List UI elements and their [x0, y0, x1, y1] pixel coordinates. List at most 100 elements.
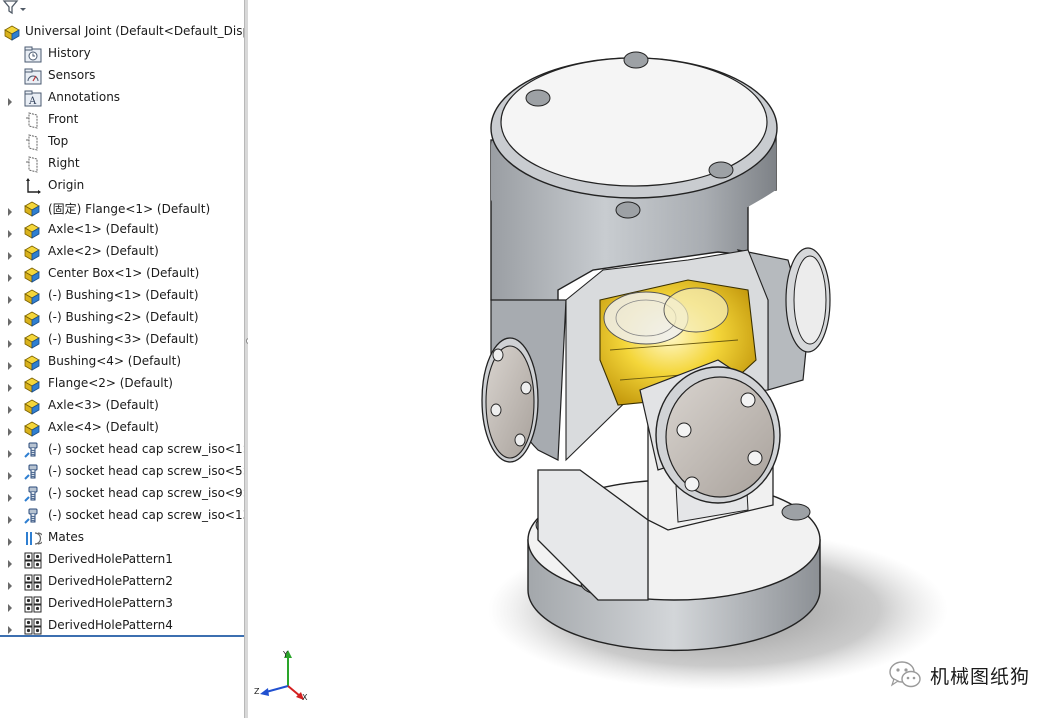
hole-pattern-icon	[24, 574, 42, 591]
watermark-text: 机械图纸狗	[929, 665, 1030, 688]
expand-arrow-icon[interactable]	[5, 598, 15, 612]
flange-hole	[615, 201, 641, 219]
tree-item[interactable]: (-) socket head cap screw_iso<9>	[0, 483, 244, 505]
part-icon	[24, 332, 42, 349]
hole-pattern-icon	[24, 552, 42, 569]
tree-item[interactable]: Flange<2> (Default)	[0, 373, 244, 395]
tree-item[interactable]: (-) socket head cap screw_iso<13	[0, 505, 244, 527]
tree-item[interactable]: Center Box<1> (Default)	[0, 263, 244, 285]
tree-item[interactable]: Axle<1> (Default)	[0, 219, 244, 241]
tree-item-label: Front	[48, 112, 79, 126]
part-icon	[24, 266, 42, 283]
expand-arrow-icon[interactable]	[5, 224, 15, 238]
tree-root-assembly[interactable]: Universal Joint (Default<Default_Disp	[0, 22, 244, 42]
tree-item[interactable]: (-) Bushing<3> (Default)	[0, 329, 244, 351]
tree-item-label: (-) socket head cap screw_iso<13	[48, 508, 244, 522]
tree-item-label: Axle<3> (Default)	[48, 398, 159, 412]
tree-item[interactable]: Axle<3> (Default)	[0, 395, 244, 417]
expand-arrow-icon[interactable]	[5, 422, 15, 436]
expand-arrow-icon[interactable]	[5, 620, 15, 634]
tree-item-label: Axle<2> (Default)	[48, 244, 159, 258]
tree-item[interactable]: (-) Bushing<2> (Default)	[0, 307, 244, 329]
tree-item-label: DerivedHolePattern4	[48, 618, 173, 632]
assembly-icon	[4, 25, 20, 41]
expand-arrow-icon[interactable]	[5, 400, 15, 414]
tree-item[interactable]: Bushing<4> (Default)	[0, 351, 244, 373]
expand-arrow-icon[interactable]	[5, 356, 15, 370]
right-bushing-cap[interactable]	[785, 247, 831, 353]
graphics-viewport[interactable]: Y Z X 机械图纸狗	[248, 0, 1038, 718]
part-icon	[24, 288, 42, 305]
tree-root-label: Universal Joint (Default<Default_Disp	[25, 24, 244, 38]
tree-item[interactable]: Axle<2> (Default)	[0, 241, 244, 263]
part-icon	[24, 200, 42, 217]
tree-item[interactable]: History	[0, 43, 244, 65]
expand-arrow-icon[interactable]	[5, 312, 15, 326]
tree-item[interactable]: (-) socket head cap screw_iso<1>	[0, 439, 244, 461]
expand-arrow-icon[interactable]	[5, 268, 15, 282]
plane-icon	[24, 112, 42, 129]
tree-item-label: DerivedHolePattern3	[48, 596, 173, 610]
flange-hole	[623, 51, 649, 69]
toolbox-screw-icon	[24, 464, 42, 481]
tree-item[interactable]: Front	[0, 109, 244, 131]
expand-arrow-icon[interactable]	[5, 576, 15, 590]
part-icon	[24, 354, 42, 371]
expand-arrow-icon[interactable]	[5, 290, 15, 304]
wechat-icon	[889, 661, 921, 688]
expand-arrow-icon[interactable]	[5, 532, 15, 546]
tree-item[interactable]: (-) socket head cap screw_iso<5>	[0, 461, 244, 483]
tree-item[interactable]: DerivedHolePattern3	[0, 593, 244, 615]
tree-item[interactable]: Mates	[0, 527, 244, 549]
tree-item[interactable]: (-) Bushing<1> (Default)	[0, 285, 244, 307]
triad-z-label: Z	[254, 687, 260, 696]
tree-item-label: Bushing<4> (Default)	[48, 354, 182, 368]
part-icon	[24, 420, 42, 437]
part-icon	[24, 244, 42, 261]
part-icon	[24, 310, 42, 327]
tree-item-label: (-) Bushing<2> (Default)	[48, 310, 199, 324]
left-bushing-cap[interactable]	[481, 337, 539, 463]
reference-triad: Y Z X	[254, 650, 308, 702]
expand-arrow-icon[interactable]	[5, 246, 15, 260]
triad-x-label: X	[302, 693, 308, 702]
plane-icon	[24, 134, 42, 151]
expand-arrow-icon[interactable]	[5, 466, 15, 480]
filter-icon[interactable]	[2, 0, 28, 16]
tree-item[interactable]: Origin	[0, 175, 244, 197]
tree-item-label: Axle<4> (Default)	[48, 420, 159, 434]
tree-item-label: History	[48, 46, 91, 60]
svg-text:A: A	[28, 96, 37, 107]
tree-item[interactable]: (固定) Flange<1> (Default)	[0, 197, 244, 219]
feature-tree-list: History Sensors A Annotations Front Top Right O…	[0, 43, 244, 637]
expand-arrow-icon[interactable]	[5, 444, 15, 458]
expand-arrow-icon[interactable]	[5, 334, 15, 348]
origin-icon	[24, 178, 42, 195]
hole-pattern-icon	[24, 596, 42, 613]
expand-arrow-icon[interactable]	[5, 488, 15, 502]
tree-item[interactable]: Top	[0, 131, 244, 153]
tree-item[interactable]: DerivedHolePattern4	[0, 615, 244, 637]
expand-arrow-icon[interactable]	[5, 378, 15, 392]
tree-item[interactable]: DerivedHolePattern2	[0, 571, 244, 593]
expand-arrow-icon[interactable]	[5, 92, 15, 106]
part-icon	[24, 222, 42, 239]
tree-item[interactable]: Sensors	[0, 65, 244, 87]
watermark: 机械图纸狗	[888, 658, 1030, 692]
flange-hole	[708, 161, 734, 179]
tree-item[interactable]: DerivedHolePattern1	[0, 549, 244, 571]
tree-item-label: Origin	[48, 178, 85, 192]
tree-item-label: Flange<2> (Default)	[48, 376, 173, 390]
expand-arrow-icon[interactable]	[5, 202, 15, 216]
flange-hole	[525, 89, 551, 107]
universal-joint-model[interactable]	[248, 0, 1038, 718]
annotations-folder-icon: A	[24, 90, 42, 107]
tree-item[interactable]: Axle<4> (Default)	[0, 417, 244, 439]
tree-item-label: Axle<1> (Default)	[48, 222, 159, 236]
expand-arrow-icon[interactable]	[5, 554, 15, 568]
tree-item[interactable]: A Annotations	[0, 87, 244, 109]
tree-item[interactable]: Right	[0, 153, 244, 175]
expand-arrow-icon[interactable]	[5, 510, 15, 524]
tree-item-label: Right	[48, 156, 80, 170]
tree-end-marker	[0, 635, 244, 637]
